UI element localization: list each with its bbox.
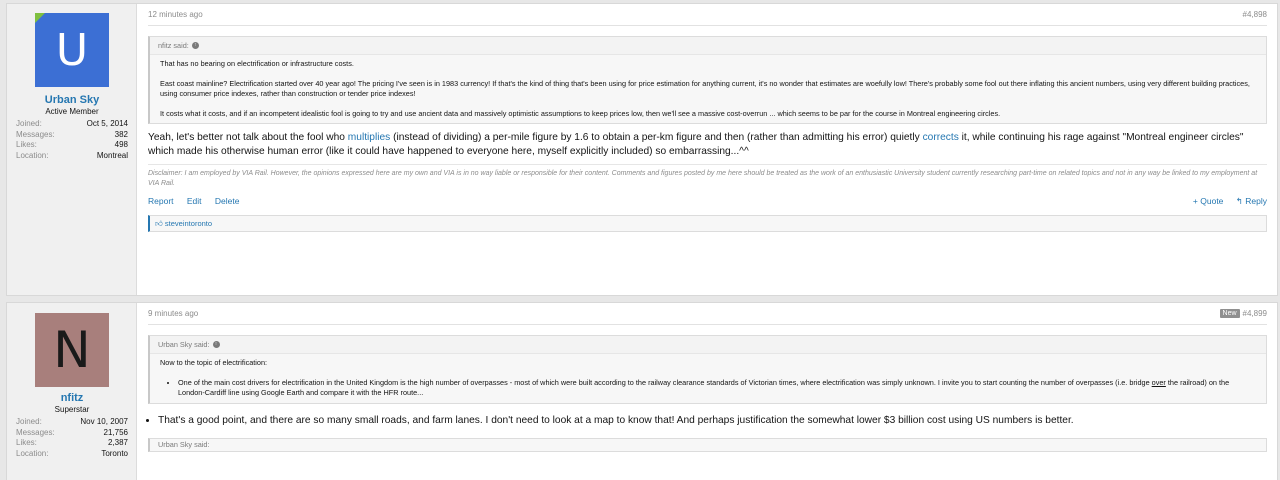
post-actions: Report Edit Delete + Quote ↰ Reply — [148, 196, 1267, 207]
stat-value: 21,756 — [103, 427, 128, 437]
post-number[interactable]: #4,898 — [1243, 10, 1267, 19]
quote-header[interactable]: nfitz said: ↑ — [150, 37, 1266, 55]
quote-block-partial: Urban Sky said: — [148, 437, 1267, 452]
stat-value: 382 — [114, 129, 128, 139]
signature: Disclaimer: I am employed by VIA Rail. H… — [148, 164, 1267, 188]
quote-body: Now to the topic of electrification: One… — [150, 354, 1266, 403]
post-time[interactable]: 9 minutes ago — [148, 309, 198, 318]
quote-body: That has no bearing on electrification o… — [150, 55, 1266, 123]
stat-value: Toronto — [101, 448, 128, 458]
post-meta: 12 minutes ago #4,898 — [148, 4, 1267, 26]
stat-value: 498 — [114, 140, 128, 149]
user-stats: Joined: Oct 5, 2014 Messages: 382 Likes: 49… — [16, 119, 128, 161]
arrow-up-icon[interactable]: ↑ — [212, 341, 220, 348]
message-text: Yeah, let's better not talk about the fo… — [148, 132, 348, 143]
multiplies-link[interactable]: multiplies — [348, 132, 390, 143]
username-link[interactable]: nfitz — [7, 392, 137, 404]
quote-paragraph: East coast mainline? Electrification sta… — [160, 78, 1250, 99]
user-panel: N nfitz Superstar Joined: Nov 10, 2007 Me… — [7, 303, 137, 480]
stat-label: Location: — [16, 150, 49, 160]
quote-author[interactable]: nfitz said: — [158, 37, 189, 55]
post-message: That's a good point, and there are so ma… — [158, 414, 1267, 428]
quote-block: Urban Sky said: ↑ Now to the topic of el… — [148, 335, 1267, 404]
post-time[interactable]: 12 minutes ago — [148, 10, 203, 19]
post-content: 12 minutes ago #4,898 nfitz said: ↑ That… — [137, 4, 1277, 295]
corrects-link[interactable]: corrects — [923, 132, 959, 143]
liker-link[interactable]: steveintoronto — [165, 219, 212, 228]
stat-label: Messages: — [16, 129, 55, 139]
arrow-up-icon[interactable]: ↑ — [191, 42, 199, 49]
edit-link[interactable]: Edit — [187, 196, 202, 206]
user-title: Active Member — [45, 107, 99, 116]
stat-label: Joined: — [16, 417, 42, 426]
post-message: Yeah, let's better not talk about the fo… — [148, 131, 1267, 159]
quote-paragraph: It costs what it costs, and if an incomp… — [160, 108, 1001, 118]
quote-header[interactable]: Urban Sky said: ↑ — [150, 336, 1266, 354]
message-text: (instead of dividing) a per-mile figure … — [390, 132, 923, 143]
avatar[interactable]: U — [35, 13, 109, 87]
user-title: Superstar — [54, 405, 90, 414]
stat-value: Oct 5, 2014 — [86, 119, 128, 128]
message-list-item: That's a good point, and there are so ma… — [158, 414, 1267, 428]
post-meta: 9 minutes ago New #4,899 — [148, 303, 1267, 325]
quote-underlined: over — [1151, 377, 1166, 387]
thumbs-up-icon: 👍︎ — [155, 219, 165, 228]
reply-button[interactable]: ↰ Reply — [1236, 196, 1267, 206]
online-indicator — [35, 13, 45, 23]
quote-list-item: One of the main cost drivers for electri… — [178, 378, 1256, 399]
stat-label: Likes: — [16, 140, 37, 149]
post-content: 9 minutes ago New #4,899 Urban Sky said:… — [137, 303, 1277, 480]
quote-paragraph: Now to the topic of electrification: — [160, 358, 268, 367]
likes-bar: 👍︎ steveintoronto — [148, 215, 1267, 232]
stat-value: Nov 10, 2007 — [80, 417, 128, 426]
report-link[interactable]: Report — [148, 196, 174, 206]
stat-label: Messages: — [16, 427, 55, 437]
user-panel: U Urban Sky Active Member Joined: Oct 5, … — [7, 4, 137, 295]
avatar[interactable]: N — [35, 313, 109, 387]
post-4898: U Urban Sky Active Member Joined: Oct 5, … — [6, 3, 1278, 296]
user-stats: Joined: Nov 10, 2007 Messages: 21,756 Like… — [16, 417, 128, 459]
quote-author[interactable]: Urban Sky said: — [158, 336, 210, 354]
stat-label: Location: — [16, 448, 49, 458]
username-link[interactable]: Urban Sky — [7, 94, 137, 106]
quote-paragraph: That has no bearing on electrification o… — [160, 59, 354, 68]
stat-value: 2,387 — [107, 438, 128, 447]
stat-label: Likes: — [16, 438, 37, 447]
quote-text: One of the main cost drivers for electri… — [178, 377, 1152, 387]
quote-block: nfitz said: ↑ That has no bearing on ele… — [148, 36, 1267, 124]
new-badge: New — [1219, 309, 1240, 318]
post-4899: N nfitz Superstar Joined: Nov 10, 2007 Me… — [6, 302, 1278, 480]
post-number[interactable]: #4,899 — [1243, 309, 1267, 318]
stat-label: Joined: — [16, 119, 42, 128]
stat-value: Montreal — [96, 150, 128, 160]
quote-button[interactable]: + Quote — [1193, 196, 1223, 206]
delete-link[interactable]: Delete — [215, 196, 240, 206]
quote-author[interactable]: Urban Sky said: — [158, 440, 210, 449]
